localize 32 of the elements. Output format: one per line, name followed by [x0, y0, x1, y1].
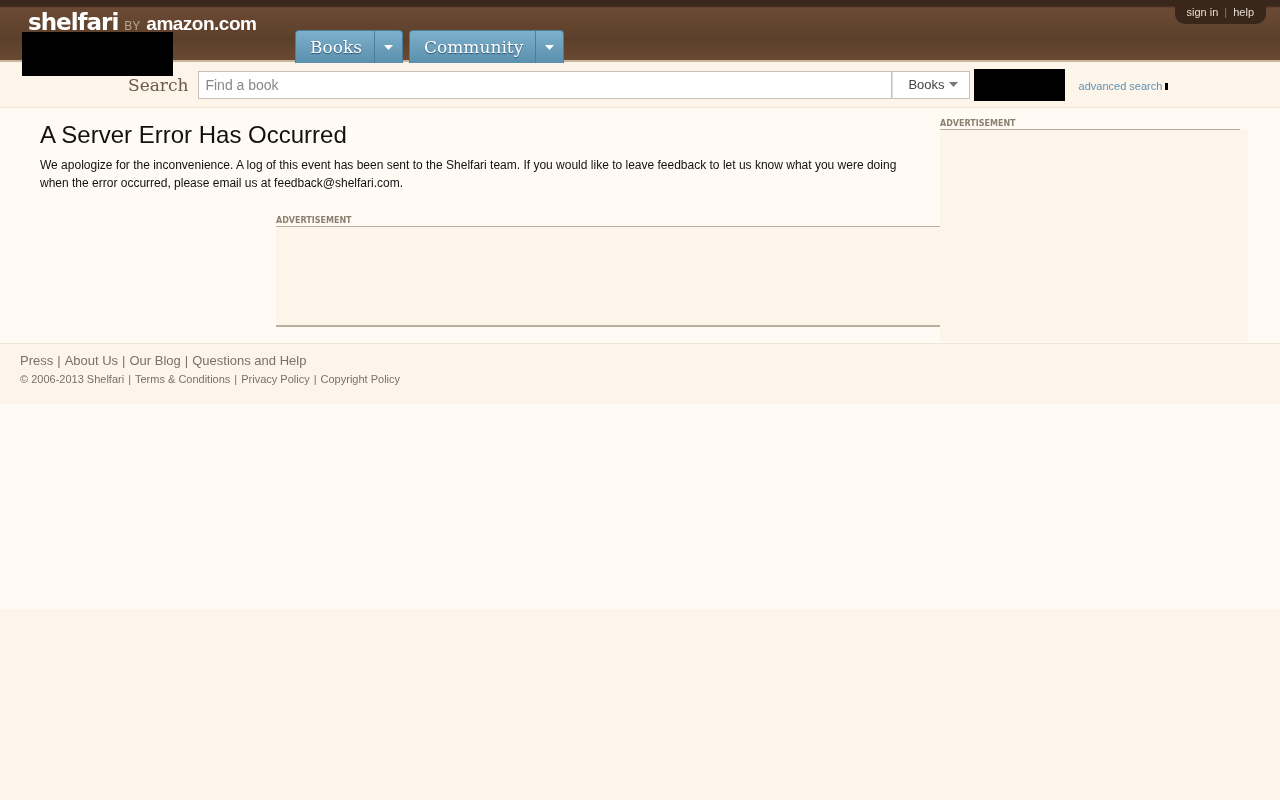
caret-icon [545, 44, 555, 50]
footer-link[interactable]: Terms & Conditions [135, 373, 231, 385]
footer-link[interactable]: About Us [64, 353, 119, 368]
footer-link[interactable]: Copyright Policy [320, 373, 401, 385]
footer-link[interactable]: Questions and Help [192, 353, 307, 368]
copyright-text: © 2006-2013 Shelfari [20, 373, 125, 385]
marker-icon [1165, 83, 1169, 90]
nav-tab[interactable]: Community [409, 30, 565, 63]
footer-link[interactable]: Our Blog [129, 353, 181, 368]
separator-text: | [234, 373, 238, 385]
separator-text: | [128, 373, 131, 385]
header-link[interactable]: sign in [1186, 6, 1219, 18]
nav-tab[interactable]: Books [295, 30, 403, 63]
error-title: A Server Error Has Occurred [40, 121, 348, 149]
scope-dropdown[interactable]: Books [892, 70, 970, 99]
partner-logo-text: amazon.com [146, 13, 257, 35]
advanced-search-link[interactable]: advanced search [1078, 79, 1163, 92]
footer-link[interactable]: Privacy Policy [241, 373, 310, 385]
caret-icon [384, 44, 393, 50]
search-label: Search [128, 74, 189, 95]
caret-icon [948, 82, 958, 87]
footer-link[interactable]: Press [20, 353, 54, 368]
logo-text[interactable]: shelfari [28, 12, 119, 32]
separator-text: | [313, 373, 317, 385]
byline-text: BY [124, 19, 141, 33]
header-link[interactable]: help [1233, 6, 1254, 18]
separator-text: | [57, 353, 61, 368]
separator-text: | [184, 353, 189, 368]
error-message: We apologize for the inconvenience. A log of this event has been sent to the Shelfari team. If you would like to leave feedback to let us know what you were doing when the error occurred, please email us at feedback@shelfari.com. [40, 157, 898, 192]
separator-text: | [122, 353, 126, 368]
separator-text: | [1224, 6, 1228, 18]
search-field[interactable]: Find a book [198, 70, 893, 99]
